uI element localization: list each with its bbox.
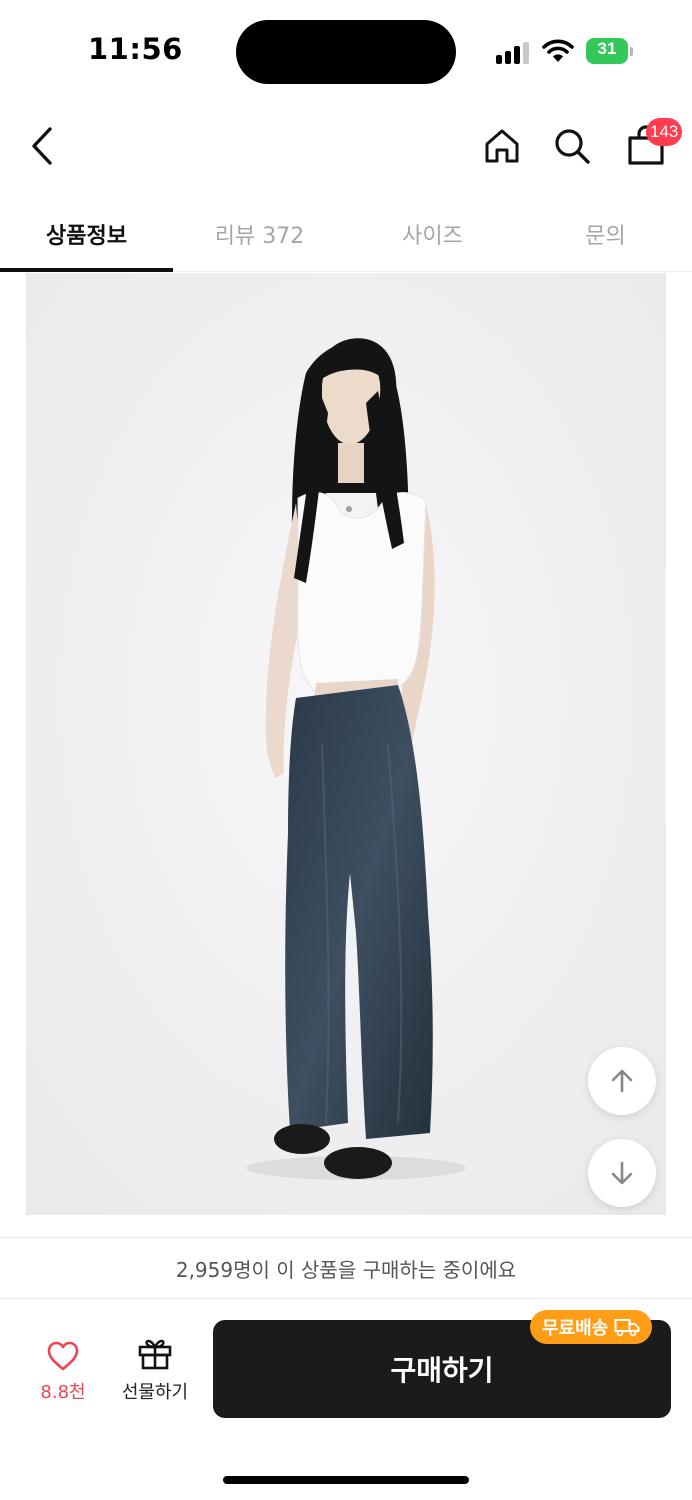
cart-count-badge: 143 [646,118,683,146]
search-icon [555,129,590,164]
gift-icon [138,1339,172,1370]
truck-icon [614,1319,640,1337]
dynamic-island [236,20,456,84]
top-navigation [0,100,692,194]
tab-inquiry[interactable]: 문의 [519,196,692,272]
product-photo [26,273,666,1215]
home-icon [485,129,519,163]
gift-label: 선물하기 [121,1382,189,1403]
back-arrow-icon [32,127,52,165]
home-button[interactable] [478,122,526,170]
tab-size[interactable]: 사이즈 [346,196,519,272]
scroll-to-bottom-button[interactable] [588,1139,656,1207]
wifi-icon [542,38,574,64]
heart-icon [47,1341,79,1371]
bottom-action-bar: 8.8천 선물하기 구매하기 무료배송 [0,1300,692,1500]
status-bar: 11:56 31 [0,0,692,100]
gift-button[interactable]: 선물하기 [112,1336,198,1412]
like-count: 8.8천 [40,1382,86,1403]
like-button[interactable]: 8.8천 [22,1340,104,1410]
battery-icon: 31 [586,38,634,64]
home-indicator[interactable] [223,1476,469,1484]
search-button[interactable] [548,122,596,170]
tab-reviews[interactable]: 리뷰 372 [173,196,346,272]
back-button[interactable] [18,120,66,172]
free-shipping-label: 무료배송 [542,1318,609,1339]
status-time: 11:56 [88,32,183,66]
battery-level: 31 [597,39,617,58]
tab-product-info[interactable]: 상품정보 [0,196,173,272]
buyers-count-banner: 2,959명이 이 상품을 구매하는 중이에요 [0,1237,692,1299]
active-tab-indicator [0,268,173,272]
product-tabs: 상품정보 리뷰 372 사이즈 문의 [0,196,692,272]
free-shipping-badge: 무료배송 [530,1310,653,1344]
scroll-to-top-button[interactable] [588,1047,656,1115]
arrow-up-icon [611,1069,633,1093]
arrow-down-icon [611,1161,633,1185]
signal-icon [496,40,532,64]
